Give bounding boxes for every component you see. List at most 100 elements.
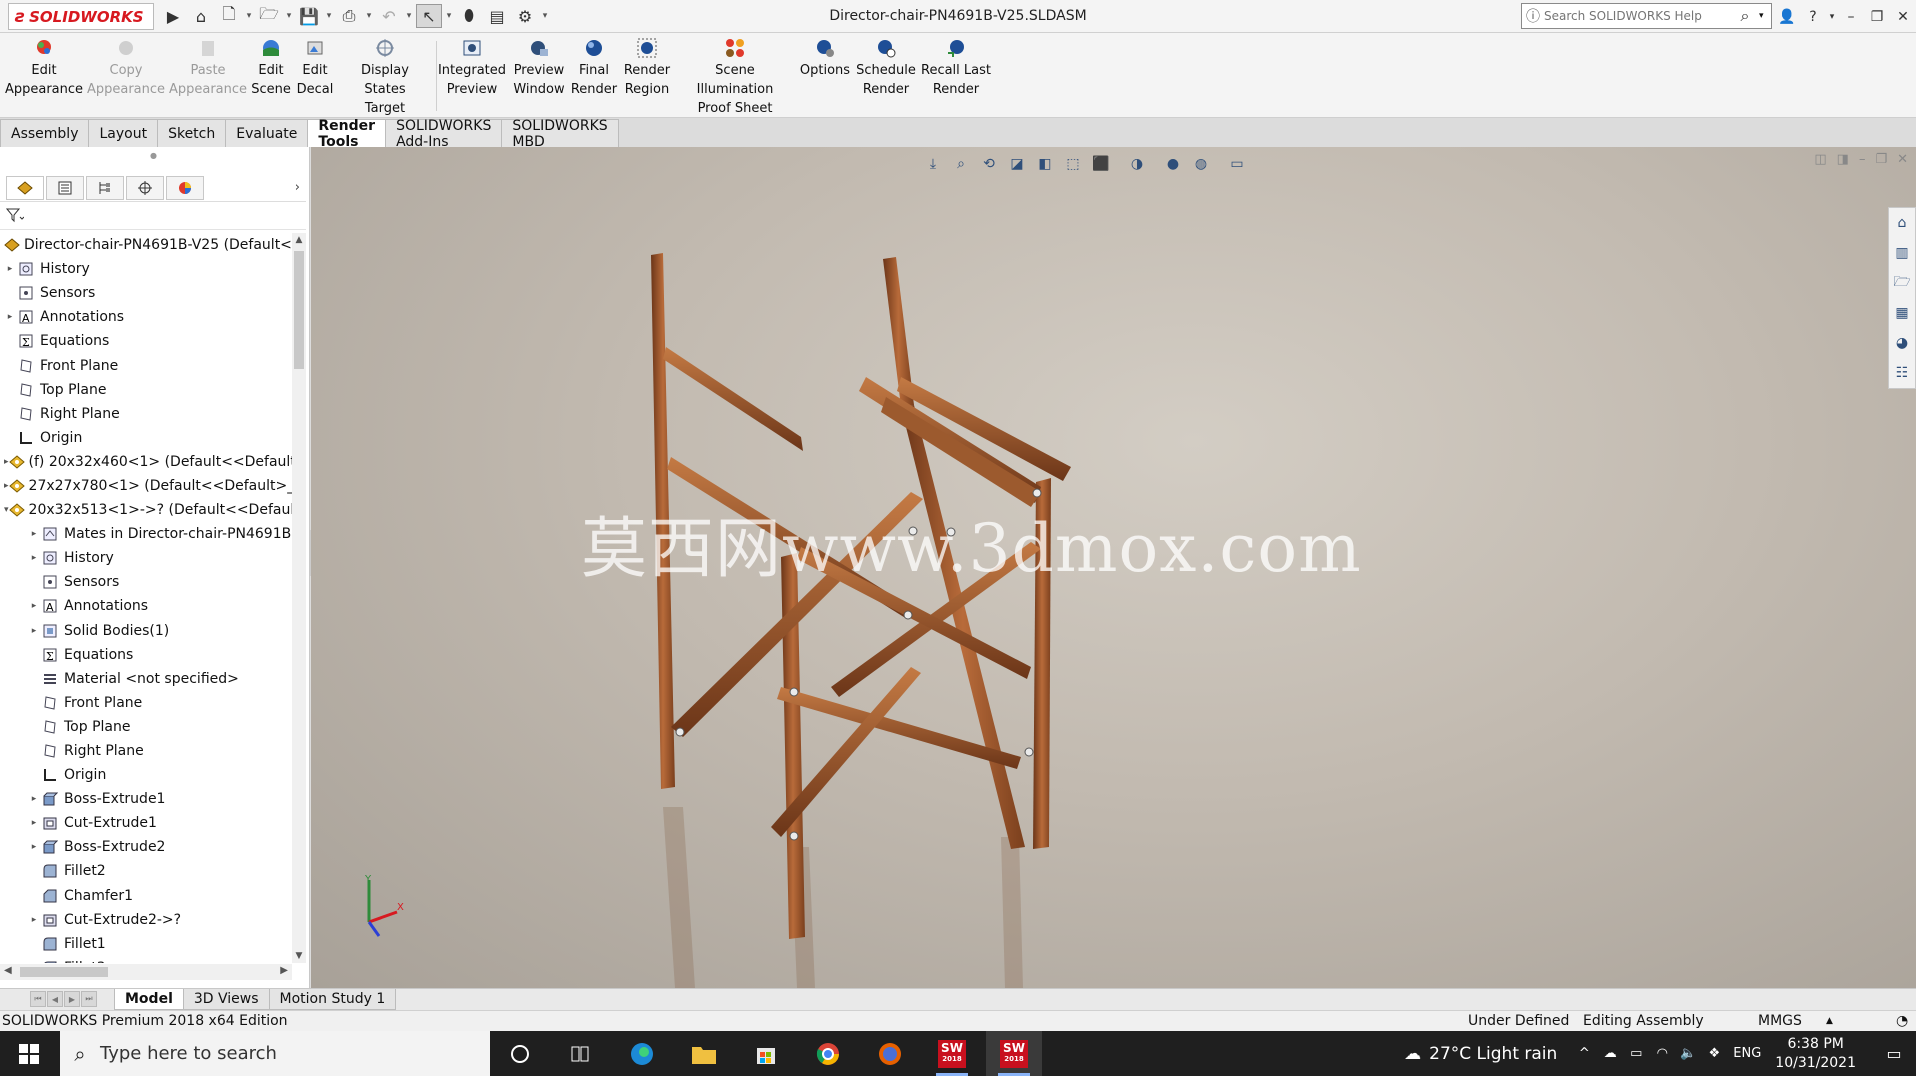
expand-toggle-icon[interactable]: ▸ [28,529,40,539]
expand-toggle-icon[interactable]: ▸ [28,601,40,611]
display-states-target-button[interactable]: Display States Target [340,37,430,118]
battery-icon[interactable]: ▭ [1623,1046,1649,1061]
unit-system[interactable]: MMGS [1758,1013,1802,1029]
expand-toggle-icon[interactable]: ▸ [4,264,16,274]
preview-window-button[interactable]: Preview Window [508,37,570,99]
tree-item[interactable]: ▸ Cut-Extrude2->? [0,908,292,932]
options-dropdown-icon[interactable]: ▾ [540,11,550,21]
file-properties-icon[interactable]: ▤ [484,4,510,28]
recall-last-render-button[interactable]: Recall Last Render [920,37,992,99]
property-manager-tab-icon[interactable] [46,175,84,200]
filter-icon[interactable] [5,207,25,227]
tree-item[interactable]: Top Plane [0,378,292,402]
clock[interactable]: 6:38 PM 10/31/2021 [1775,1035,1856,1073]
integrated-preview-button[interactable]: Integrated Preview [438,37,506,99]
user-icon[interactable]: 👤 [1774,9,1800,25]
unit-system-up-icon[interactable]: ▲ [1826,1016,1833,1026]
tree-item[interactable]: ▸ Boss-Extrude2 [0,835,292,859]
next-tab-icon[interactable]: ▶ [64,991,80,1007]
design-library-icon[interactable]: ▥ [1889,238,1915,268]
hscroll-thumb[interactable] [20,967,108,977]
cortana-icon[interactable] [492,1031,548,1076]
taskbar-search-box[interactable]: ⌕ Type here to search [60,1031,490,1076]
close-icon[interactable]: ✕ [1890,9,1916,25]
scroll-left-icon[interactable]: ◀ [4,965,12,976]
help-dropdown-icon[interactable]: ▾ [1826,12,1838,22]
tree-item[interactable]: ▸ Solid Bodies(1) [0,619,292,643]
tree-item[interactable]: Fillet2 [0,859,292,883]
tree-item[interactable]: Director-chair-PN4691B-V25 (Default<[ [0,233,292,257]
tree-item[interactable]: Sensors [0,281,292,305]
save-icon[interactable]: 💾 [296,4,322,28]
edit-decal-button[interactable]: Edit Decal [296,37,334,99]
help-search-input[interactable] [1544,9,1731,23]
tree-item[interactable]: ▸ History [0,257,292,281]
tab-3d-views[interactable]: 3D Views [182,989,270,1010]
tab-render-tools[interactable]: Render Tools [307,118,387,150]
more-tabs-chevron-icon[interactable]: › [295,180,300,195]
volume-icon[interactable]: 🔈 [1675,1046,1701,1061]
scene-illumination-proof-sheet-button[interactable]: Scene Illumination Proof Sheet [676,37,794,118]
tree-item[interactable]: ▸ Boss-Extrude1 [0,787,292,811]
tab-layout[interactable]: Layout [88,119,159,147]
weather-widget[interactable]: ☁ 27°C Light rain [1404,1044,1557,1064]
tree-item[interactable]: Front Plane [0,353,292,377]
expand-toggle-icon[interactable]: ▸ [28,818,40,828]
first-tab-icon[interactable]: ⏮ [30,991,46,1007]
expand-toggle-icon[interactable]: ▸ [28,842,40,852]
custom-properties-icon[interactable]: ☷ [1889,358,1915,388]
chrome-icon[interactable] [800,1031,856,1076]
edit-appearance-button[interactable]: Edit Appearance [5,37,83,99]
tab-evaluate[interactable]: Evaluate [225,119,309,147]
select-dropdown-icon[interactable]: ▾ [444,11,454,21]
tree-item[interactable]: Origin [0,426,292,450]
tab-sketch[interactable]: Sketch [157,119,227,147]
task-view-icon[interactable] [552,1031,608,1076]
tree-item[interactable]: ▸ (f) 20x32x460<1> (Default<<Default [0,450,292,474]
view-palette-icon[interactable]: ▦ [1889,298,1915,328]
scroll-thumb[interactable] [294,251,304,369]
tree-item[interactable]: Σ Equations [0,329,292,353]
appearances-scenes-icon[interactable]: ◕ [1889,328,1915,358]
open-dropdown-icon[interactable]: ▾ [284,11,294,21]
tree-item[interactable]: Front Plane [0,691,292,715]
rebuild-icon[interactable]: ⬮ [456,4,482,28]
new-document-icon[interactable]: 🗋 [216,4,242,28]
tab-solidworks-mbd[interactable]: SOLIDWORKS MBD [501,118,619,150]
options-gear-icon[interactable]: ⚙ [512,4,538,28]
save-dropdown-icon[interactable]: ▾ [324,11,334,21]
reference-triad[interactable]: Y X [349,874,409,948]
scroll-right-icon[interactable]: ▶ [280,965,288,976]
tree-item[interactable]: Right Plane [0,739,292,763]
onedrive-icon[interactable]: ☁ [1597,1046,1623,1061]
tree-item[interactable]: Σ Equations [0,643,292,667]
solidworks-logo[interactable]: ƨ SOLIDWORKS [8,3,154,30]
tree-item[interactable]: ▸ Cut-Extrude1 [0,811,292,835]
tree-filter[interactable] [0,204,306,230]
status-tooltip-icon[interactable]: ◔ [1896,1013,1908,1029]
copy-appearance-button[interactable]: Copy Appearance [86,37,166,99]
paste-appearance-button[interactable]: Paste Appearance [168,37,248,99]
wifi-icon[interactable]: ◠ [1649,1046,1675,1061]
solidworks-2018-taskbar-icon[interactable]: SW 2018 [924,1031,980,1076]
windows-start-icon[interactable] [0,1031,58,1076]
search-dropdown-icon[interactable]: ▾ [1759,11,1771,21]
tree-item[interactable]: Right Plane [0,402,292,426]
print-dropdown-icon[interactable]: ▾ [364,11,374,21]
panel-grip[interactable]: ● [150,151,157,160]
graphics-area[interactable]: ⤓ ⌕ ⟲ ◪ ◧ ⬚ ⬛ ◑ ● ◍ ▭ ◫ ◨ – ❐ ✕ 莫西网www.3… [311,147,1916,988]
tab-solidworks-add-ins[interactable]: SOLIDWORKS Add-Ins [385,118,503,150]
undo-icon[interactable]: ↶ [376,4,402,28]
tree-item[interactable]: Fillet3 [0,956,292,963]
notification-center-icon[interactable]: ▭ [1872,1031,1916,1076]
tab-motion-study-1[interactable]: Motion Study 1 [268,989,397,1010]
expand-toggle-icon[interactable]: ▸ [4,312,16,322]
tab-assembly[interactable]: Assembly [0,119,90,147]
dimxpert-tab-icon[interactable] [126,175,164,200]
open-folder-icon[interactable]: 🗁 [256,4,282,28]
solidworks-resources-icon[interactable]: ⌂ [1889,208,1915,238]
tree-item[interactable]: ▸ A Annotations [0,305,292,329]
microsoft-store-icon[interactable] [738,1031,794,1076]
edge-browser-icon[interactable] [614,1031,670,1076]
tree-item[interactable]: Material <not specified> [0,667,292,691]
